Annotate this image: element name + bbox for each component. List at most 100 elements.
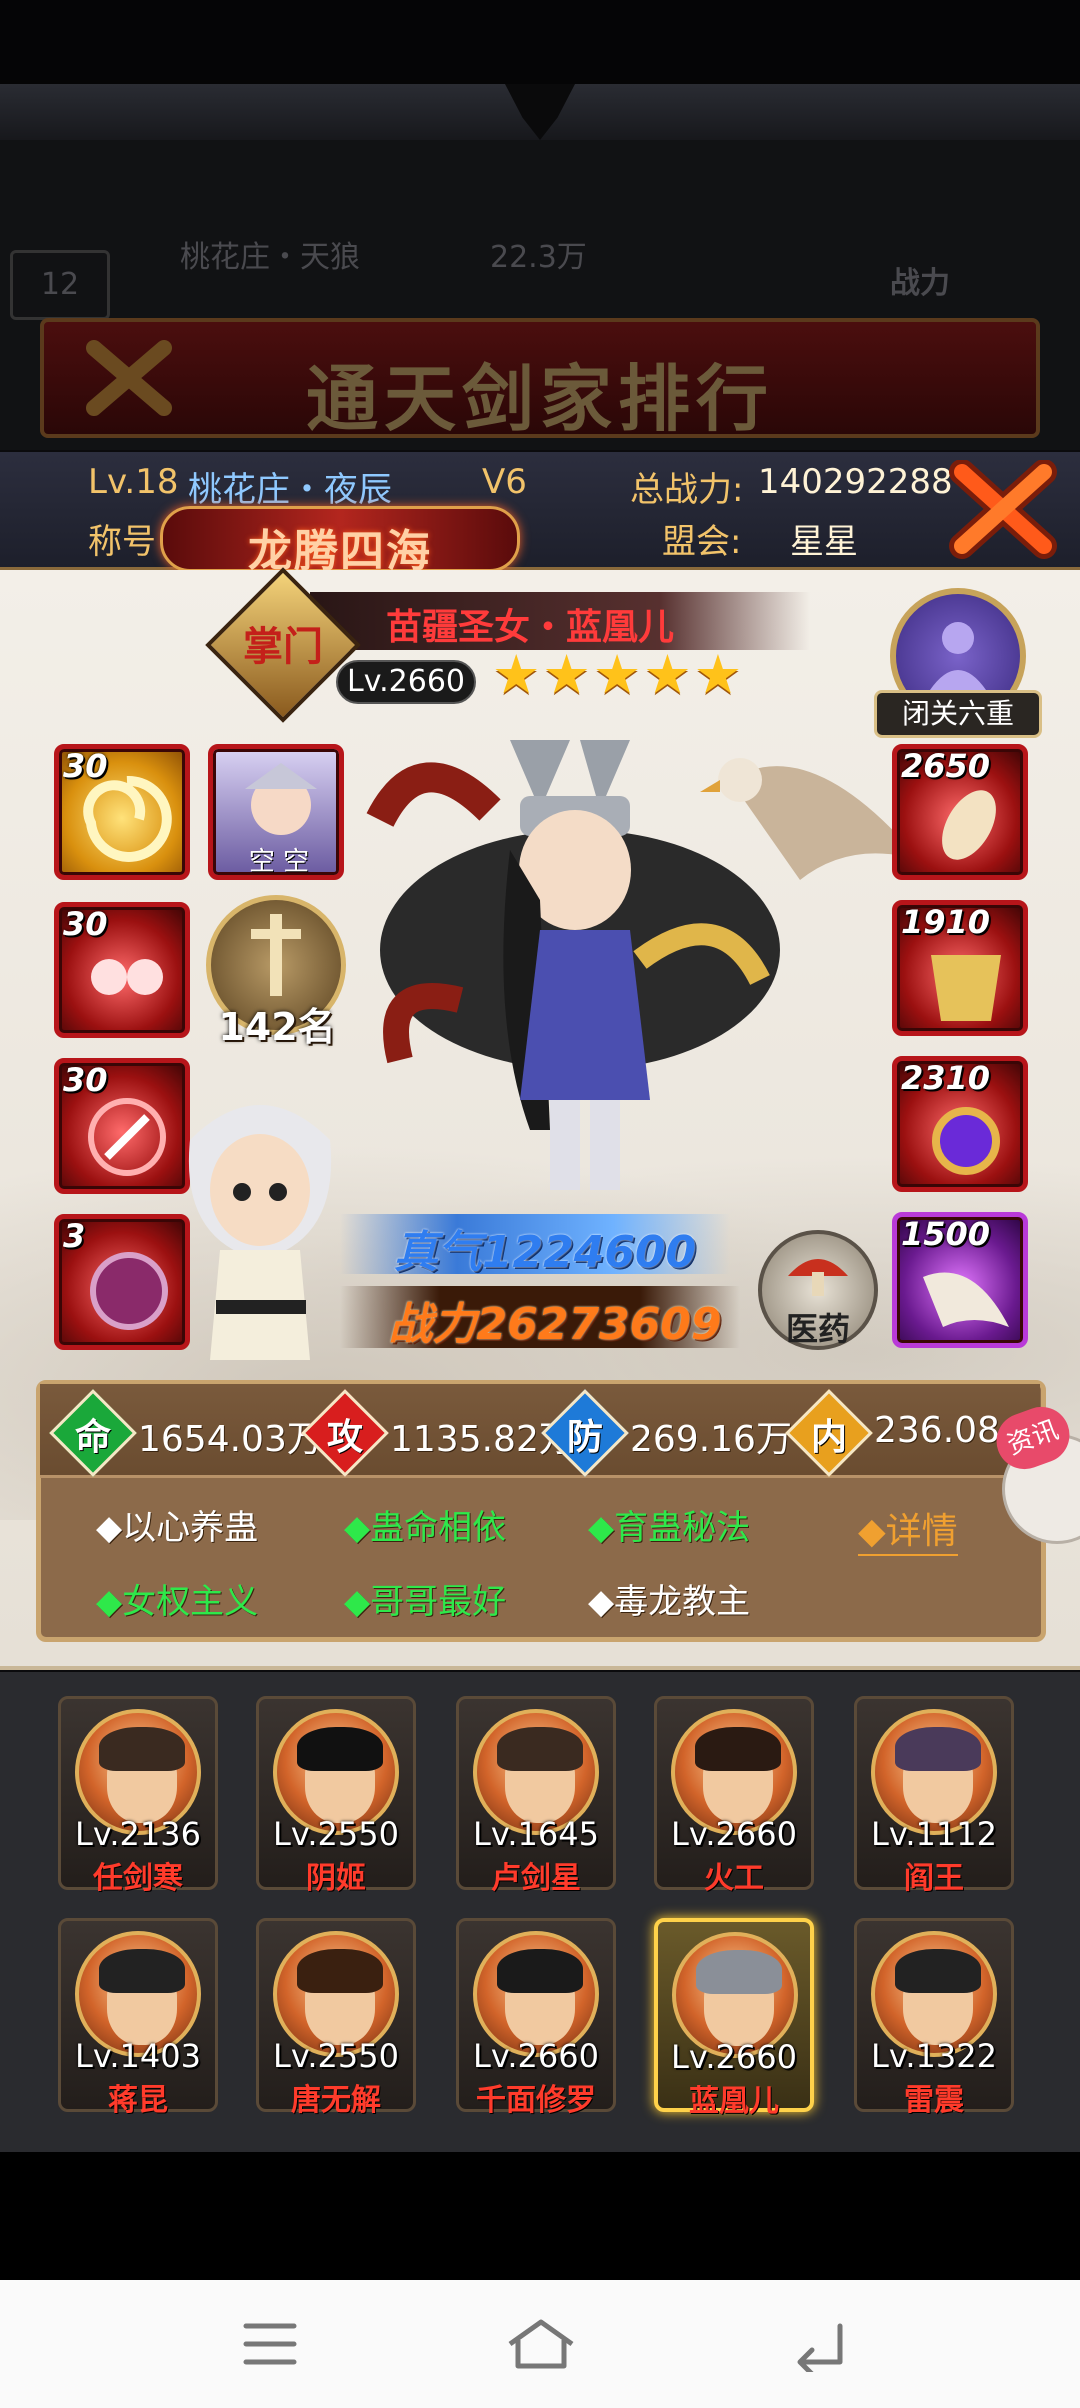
home-icon[interactable] [504,2314,578,2374]
player-level: Lv.18 [88,462,179,502]
system-nav-bar [0,2280,1080,2408]
roster-level: Lv.1645 [473,1815,599,1853]
roster-card[interactable]: Lv.2136 任剑寒 [58,1696,218,1896]
buff-1[interactable]: ◆以心养蛊 [96,1500,258,1549]
equipment-slot-5[interactable]: 2650 [892,744,1028,880]
medicine-label: 医药 [785,1310,850,1348]
roster-card[interactable]: Lv.2660 火工 [654,1696,814,1896]
star-icon: ★ [693,643,743,706]
roster-name: 卢剑星 [491,1861,581,1896]
background-row-name: 桃花庄・天狼 [180,240,360,275]
buff-2[interactable]: ◆蛊命相依 [344,1500,506,1549]
star-icon: ★ [492,643,541,706]
equipment-slot-8[interactable]: 1500 [892,1212,1028,1348]
roster-level: Lv.2660 [473,2037,599,2075]
buff-5[interactable]: ◆哥哥最好 [344,1574,506,1623]
hero-hair [99,1949,185,1993]
lantern-item-icon [932,1107,1000,1175]
roster-level: Lv.2136 [75,1815,201,1853]
background-row-value: 22.3万 [490,240,587,275]
roster-level: Lv.1403 [75,2037,201,2075]
roster-card[interactable]: Lv.2550 阴姬 [256,1696,416,1896]
combat-power-value: 战力26273609 [388,1299,722,1350]
roster-name: 阴姬 [306,1861,366,1896]
hp-icon: 命 [74,1417,111,1458]
roster-level: Lv.2660 [671,1815,797,1853]
hero-hair [497,1727,583,1771]
roster-card[interactable]: Lv.2660 蓝凰儿 [654,1918,814,2119]
menu-icon[interactable] [240,2318,300,2370]
hero-star-rating: ★ ★ ★ ★ ★ [492,648,742,702]
equipment-slot-2[interactable]: 30 [54,902,190,1038]
roster-name: 蓝凰儿 [689,2084,779,2119]
armor-item-icon [931,955,1001,1021]
details-link[interactable]: ◆详情 [858,1502,958,1556]
roster-card[interactable]: Lv.1112 阎王 [854,1696,1014,1896]
roster-name: 火工 [704,1861,764,1896]
attack-icon: 攻 [326,1417,363,1458]
roster-name: 雷震 [904,2083,964,2118]
equipment-slot-6[interactable]: 1910 [892,900,1028,1036]
roster-level: Lv.2550 [273,1815,399,1853]
inner-icon: 内 [810,1417,847,1458]
total-power-value: 140292288 [758,462,953,502]
bottom-dark-area [0,2152,1080,2280]
buff-4[interactable]: ◆女权主义 [96,1574,258,1623]
roster-name: 任剑寒 [93,1861,183,1896]
background-close-icon [86,340,172,416]
close-icon[interactable] [948,460,1058,560]
star-icon: ★ [542,643,591,706]
hero-hair [895,1727,981,1771]
hero-hair [497,1949,583,1993]
roster-card[interactable]: Lv.1403 蒋昆 [58,1918,218,2118]
rank-banner: 通天剑家排行 [40,318,1040,441]
roster-card[interactable]: Lv.2660 千面修罗 [456,1918,616,2118]
roster-level: Lv.1322 [871,2037,997,2075]
roster-name: 蒋昆 [108,2083,168,2118]
defense-icon: 防 [566,1417,603,1458]
roster-name: 唐无解 [291,2083,381,2118]
inner-value: 236.08 [874,1410,1000,1451]
roster-level: Lv.1112 [871,1815,997,1853]
buff-3[interactable]: ◆育蛊秘法 [588,1500,750,1549]
hero-hair [297,1949,383,1993]
guild-name: 星星 [790,522,858,562]
news-float-button[interactable]: 资讯 [988,1399,1080,1544]
title-badge: 龙腾四海 [160,506,520,577]
star-icon: ★ [643,643,692,706]
background-rank-number: 12 [10,250,110,320]
hero-level: Lv.2660 [336,660,476,704]
skull-skill-icon [91,959,163,995]
hero-hair [695,1727,781,1771]
roster-card[interactable]: Lv.2550 唐无解 [256,1918,416,2118]
hp-value: 1654.03万 [138,1419,323,1460]
meditation-label[interactable]: 闭关六重 [874,690,1042,738]
roster-level: Lv.2550 [273,2037,399,2075]
total-power-label: 总战力: [630,470,744,510]
companion-slot[interactable]: 空 空 [208,744,344,880]
background-row-label: 战力 [890,266,950,301]
ranking-text: 142名 [218,1005,336,1049]
roster-card[interactable]: Lv.1322 雷震 [854,1918,1014,2118]
roster-name: 千面修罗 [476,2083,596,2118]
back-icon[interactable] [790,2316,850,2372]
roster-card[interactable]: Lv.1645 卢剑星 [456,1696,616,1896]
roster-level: Lv.2660 [671,2038,797,2076]
rank-title: 通天剑家排行 [305,356,774,441]
equipment-slot-7[interactable]: 2310 [892,1056,1028,1192]
companion-slot-label: 空 空 [248,847,310,877]
hero-hair [297,1727,383,1771]
roster-name: 阎王 [904,1861,964,1896]
feather-item-icon [942,790,996,860]
hero-hair [696,1950,782,1994]
true-qi-value: 真气1224600 [393,1227,697,1278]
whirl-skill-icon [83,775,172,862]
hero-hair [895,1949,981,1993]
hero-hair [99,1727,185,1771]
equipment-slot-1[interactable]: 30 [54,744,190,880]
defense-value: 269.16万 [630,1419,792,1460]
eagle-item-icon [923,1272,1009,1327]
rank-emblem-text: 掌门 [243,623,323,670]
buff-6[interactable]: ◆毒龙教主 [588,1574,750,1623]
mushroom-icon [788,1259,848,1296]
